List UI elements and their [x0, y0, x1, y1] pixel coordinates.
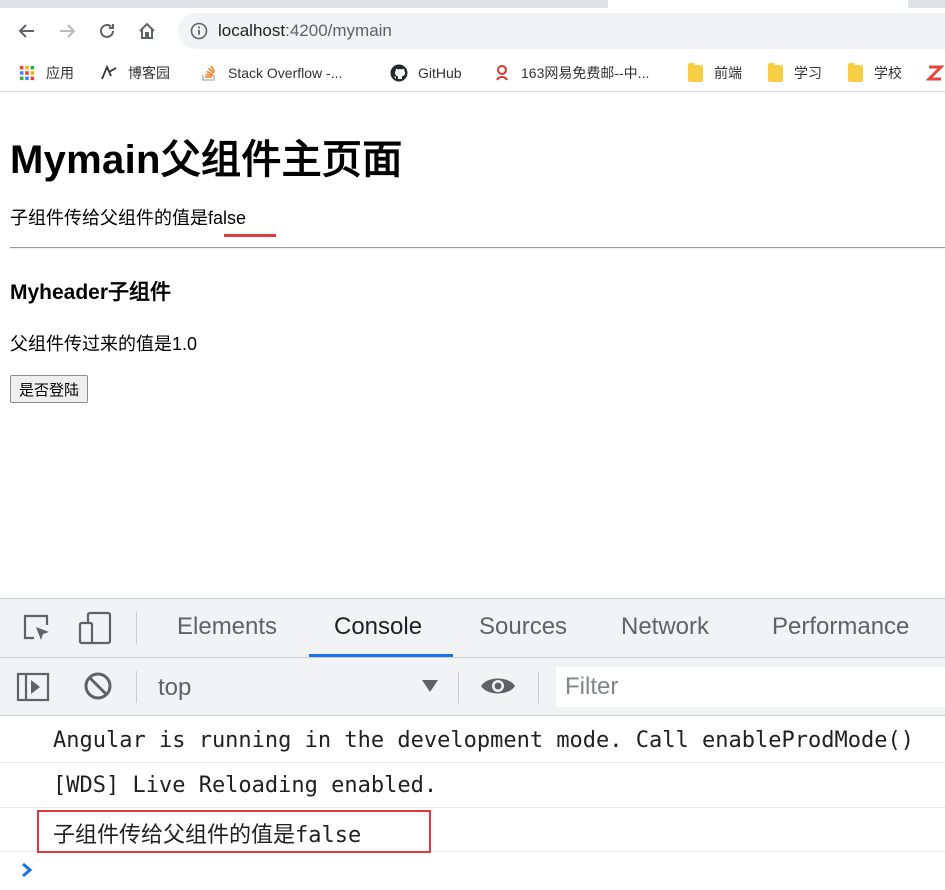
url-path: :4200/mymain	[285, 21, 392, 40]
console-prompt-chevron-icon[interactable]	[18, 860, 36, 880]
z-logo-icon	[926, 64, 944, 82]
bookmark-apps[interactable]: 应用	[18, 63, 74, 83]
bookmark-folder-study[interactable]: 学习	[766, 62, 822, 83]
console-filter-input[interactable]	[556, 667, 945, 707]
bookmark-label: 前端	[714, 65, 742, 81]
tab-console[interactable]: Console	[334, 613, 422, 641]
console-message: [WDS] Live Reloading enabled.	[0, 764, 945, 808]
page-content: Mymain父组件主页面 子组件传给父组件的值是false Myheader子组…	[0, 93, 945, 598]
bookmark-label: Stack Overflow -...	[228, 65, 343, 81]
folder-icon	[686, 62, 704, 82]
url-host: localhost	[218, 21, 286, 40]
clear-console-icon[interactable]	[82, 670, 114, 702]
context-selector[interactable]: top	[158, 674, 191, 702]
back-arrow-icon	[18, 24, 34, 38]
login-toggle-button[interactable]: 是否登陆	[10, 375, 89, 403]
bookmark-github[interactable]: GitHub	[390, 63, 462, 83]
child-value-text: 子组件传给父组件的值是false	[10, 208, 247, 228]
netease-icon	[493, 64, 511, 82]
page-title: Mymain父组件主页面	[10, 138, 403, 182]
console-message-text: [WDS] Live Reloading enabled.	[53, 773, 438, 798]
forward-button[interactable]	[52, 16, 82, 46]
bookmark-label: 学习	[794, 65, 822, 81]
folder-icon	[846, 62, 864, 82]
bookmark-z[interactable]	[926, 63, 945, 83]
bookmark-label: 博客园	[128, 65, 170, 81]
site-info-icon[interactable]	[190, 22, 208, 40]
bookmark-163mail[interactable]: 163网易免费邮--中...	[493, 63, 649, 83]
header-component-title: Myheader子组件	[10, 281, 172, 304]
tab-elements[interactable]: Elements	[177, 613, 277, 641]
dropdown-arrow-icon[interactable]	[422, 680, 438, 692]
tab-performance[interactable]: Performance	[772, 613, 909, 641]
console-toolbar: top	[0, 658, 945, 716]
tab-strip	[0, 0, 945, 8]
bookmark-label: 应用	[46, 65, 74, 81]
bookmark-cnblogs[interactable]: 博客园	[100, 63, 170, 83]
forward-arrow-icon	[60, 24, 76, 38]
home-icon	[139, 22, 155, 39]
inspect-element-icon[interactable]	[20, 611, 54, 645]
toolbar-separator	[136, 612, 137, 644]
device-toolbar-icon[interactable]	[78, 611, 114, 645]
bookmarks-bar: 应用 博客园 Stack Overflow -... GitHub 163网易免…	[0, 54, 945, 92]
tab-network[interactable]: Network	[621, 613, 709, 641]
active-tab-indicator	[309, 654, 453, 657]
bookmark-stackoverflow[interactable]: Stack Overflow -...	[200, 63, 342, 83]
bookmark-folder-school[interactable]: 学校	[846, 62, 902, 83]
divider	[10, 247, 945, 249]
toolbar-separator	[458, 671, 459, 703]
url-text: localhost:4200/mymain	[218, 21, 392, 41]
cnblogs-icon	[100, 64, 118, 82]
browser-toolbar: localhost:4200/mymain	[0, 8, 945, 54]
bookmark-label: 学校	[874, 65, 902, 81]
reload-button[interactable]	[92, 16, 122, 46]
show-sidebar-icon[interactable]	[16, 671, 50, 703]
bookmark-label: 163网易免费邮--中...	[521, 65, 650, 81]
stackoverflow-icon	[200, 64, 218, 82]
live-expression-eye-icon[interactable]	[479, 672, 517, 700]
devtools-tabbar: Elements Console Sources Network Perform…	[0, 599, 945, 658]
back-button[interactable]	[12, 16, 42, 46]
home-button[interactable]	[132, 16, 162, 46]
highlight-box-annotation	[37, 810, 431, 853]
bookmark-label: GitHub	[418, 65, 462, 81]
console-message: Angular is running in the development mo…	[0, 719, 945, 763]
github-icon	[390, 64, 408, 82]
apps-grid-icon	[18, 64, 36, 82]
toolbar-separator	[136, 671, 137, 703]
address-bar[interactable]: localhost:4200/mymain	[178, 13, 945, 49]
toolbar-separator	[538, 671, 539, 703]
tab-sources[interactable]: Sources	[479, 613, 567, 641]
bookmark-folder-frontend[interactable]: 前端	[686, 62, 742, 83]
console-message-text: Angular is running in the development mo…	[53, 728, 914, 753]
active-tab[interactable]	[608, 0, 908, 8]
folder-icon	[766, 62, 784, 82]
reload-icon	[100, 23, 114, 38]
parent-value-text: 父组件传过来的值是1.0	[10, 334, 198, 354]
value-underline-annotation	[224, 234, 276, 237]
